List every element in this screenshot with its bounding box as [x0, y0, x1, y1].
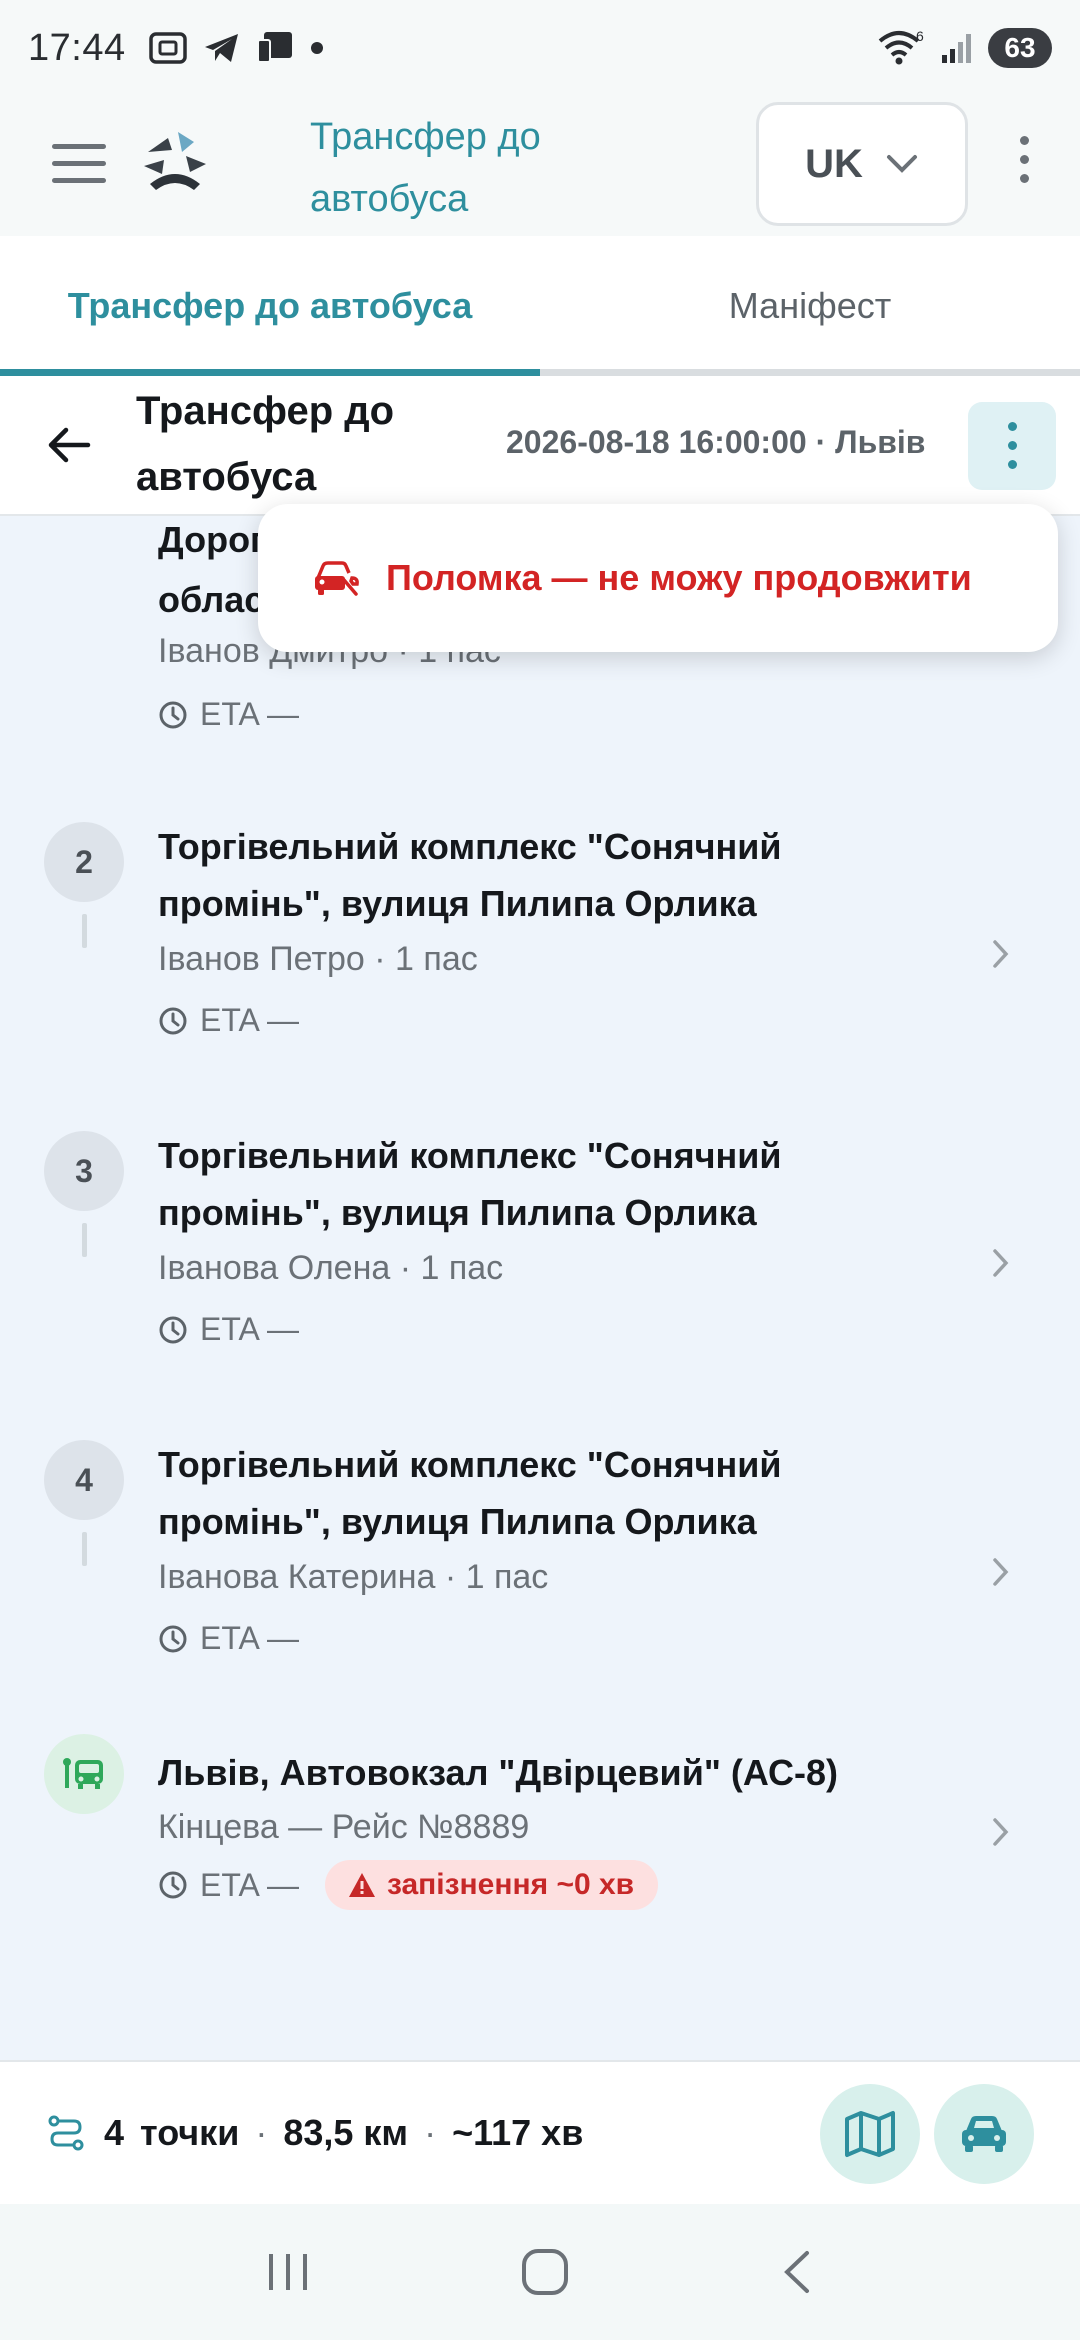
eta-value: ETA — — [200, 1620, 299, 1656]
stop-eta: ETA — — [158, 1620, 299, 1657]
clock-icon — [159, 1871, 187, 1899]
clock-icon — [159, 1007, 187, 1034]
eta-value: ETA — — [200, 1866, 299, 1903]
separator: · — [424, 2112, 437, 2153]
stop-name: Торгівельний комплекс "Сонячний промінь"… — [158, 826, 782, 924]
stop-passenger: Іванов Петро · 1 пас — [158, 940, 478, 978]
delay-badge: запізнення ~0 хв — [324, 1860, 659, 1910]
bus-stop-icon — [44, 1734, 124, 1814]
route-connector — [82, 914, 87, 948]
route-more-icon[interactable] — [968, 402, 1056, 490]
status-notification-icons — [148, 30, 324, 66]
breakdown-label: Поломка — не можу продовжити — [386, 557, 972, 598]
chevron-right-icon — [993, 1249, 1009, 1277]
tab-bar: Трансфер до автобуса Маніфест — [0, 236, 1080, 376]
points-label: точки — [140, 2112, 240, 2153]
stop-name: Торгівельний комплекс "Сонячний промінь"… — [158, 1135, 782, 1233]
language-value: UK — [805, 141, 863, 186]
clock-icon — [159, 701, 187, 728]
route-connector — [82, 1223, 87, 1257]
stop-passenger: Іванова Катерина · 1 пас — [158, 1558, 549, 1596]
route-connector — [82, 1532, 87, 1566]
stop-name-line1: Дорог — [158, 519, 266, 560]
route-duration: ~117 хв — [452, 2112, 584, 2153]
separator: · — [255, 2112, 268, 2153]
wifi-badge: 6 — [916, 29, 924, 44]
tab-divider — [540, 369, 1080, 376]
stop-number-badge: 2 — [44, 822, 124, 902]
car-breakdown-icon — [315, 561, 359, 596]
route-summary-bar: 4 точки · 83,5 км · ~117 хв — [0, 2060, 1080, 2204]
screenshot-icon — [148, 32, 187, 64]
car-icon — [962, 2116, 1006, 2152]
chevron-right-icon — [993, 1818, 1009, 1846]
route-distance: 83,5 км — [283, 2112, 409, 2153]
app-bar: Трансфер до автобуса UK — [0, 96, 1080, 236]
clock-icon — [159, 1625, 187, 1652]
status-time: 17:44 — [28, 26, 126, 69]
route-icon — [48, 2115, 84, 2151]
vehicle-button[interactable] — [934, 2084, 1034, 2184]
map-icon — [845, 2111, 895, 2157]
wifi-icon: 6 — [878, 29, 924, 65]
menu-icon[interactable] — [52, 144, 106, 184]
stops-list[interactable]: Дорог облас Іванов Дмитро · 1 пас ETA — … — [0, 516, 1080, 2060]
clock-icon — [159, 1316, 187, 1343]
route-datetime: 2026-08-18 16:00:00 · Львів — [506, 424, 926, 460]
points-count: 4 — [104, 2112, 125, 2153]
stop-number-badge: 3 — [44, 1131, 124, 1211]
stop-name-line2: облас — [158, 579, 265, 620]
battery-level: 63 — [988, 28, 1052, 68]
destination-name: Львів, Автовокзал "Двірцевий" (АС-8) — [158, 1752, 838, 1793]
language-selector[interactable]: UK — [756, 102, 968, 226]
more-vert-icon[interactable] — [1016, 136, 1032, 196]
tab-transfer-label: Трансфер до автобуса — [67, 285, 473, 326]
tab-transfer[interactable]: Трансфер до автобуса — [0, 236, 540, 376]
stop-eta: ETA — — [158, 1311, 299, 1348]
route-title: Трансфер до автобуса — [136, 389, 395, 499]
app-title: Трансфер до автобуса — [310, 116, 541, 220]
chevron-down-icon — [886, 155, 917, 173]
dot-icon — [310, 42, 323, 54]
eta-value: ETA — — [200, 1311, 299, 1347]
map-button[interactable] — [820, 2084, 920, 2184]
cell-signal-icon — [942, 34, 971, 63]
eta-value: ETA — — [200, 1002, 299, 1038]
chevron-right-icon — [993, 1558, 1009, 1586]
breakdown-menu-item[interactable]: Поломка — не можу продовжити — [258, 504, 1058, 652]
chevron-right-icon — [993, 940, 1009, 968]
tab-indicator — [0, 369, 540, 376]
stop-passenger: Іванова Олена · 1 пас — [158, 1249, 504, 1287]
warning-icon — [348, 1873, 375, 1897]
recents-icon[interactable] — [263, 2250, 313, 2294]
back-icon[interactable] — [777, 2247, 817, 2297]
stop-eta: ETA — — [158, 696, 299, 733]
app-notification-icon — [256, 32, 292, 63]
destination-route: Кінцева — Рейс №8889 — [158, 1808, 530, 1846]
system-nav-bar — [0, 2204, 1080, 2340]
back-arrow-icon[interactable] — [44, 420, 94, 470]
stop-number-badge: 4 — [44, 1440, 124, 1520]
stop-eta: ETA — — [158, 1002, 299, 1039]
tab-manifest[interactable]: Маніфест — [540, 236, 1080, 376]
destination-eta: ETA — запізнення ~0 хв — [158, 1860, 659, 1910]
tab-manifest-label: Маніфест — [728, 285, 892, 326]
stop-name: Торгівельний комплекс "Сонячний промінь"… — [158, 1444, 782, 1542]
status-bar: 17:44 6 63 — [0, 0, 1080, 96]
delay-text: запізнення ~0 хв — [386, 1868, 635, 1901]
telegram-icon — [204, 34, 238, 62]
app-logo — [144, 132, 206, 190]
route-header: Трансфер до автобуса 2026-08-18 16:00:00… — [0, 376, 1080, 516]
home-icon[interactable] — [520, 2247, 570, 2297]
eta-value: ETA — — [200, 696, 299, 732]
